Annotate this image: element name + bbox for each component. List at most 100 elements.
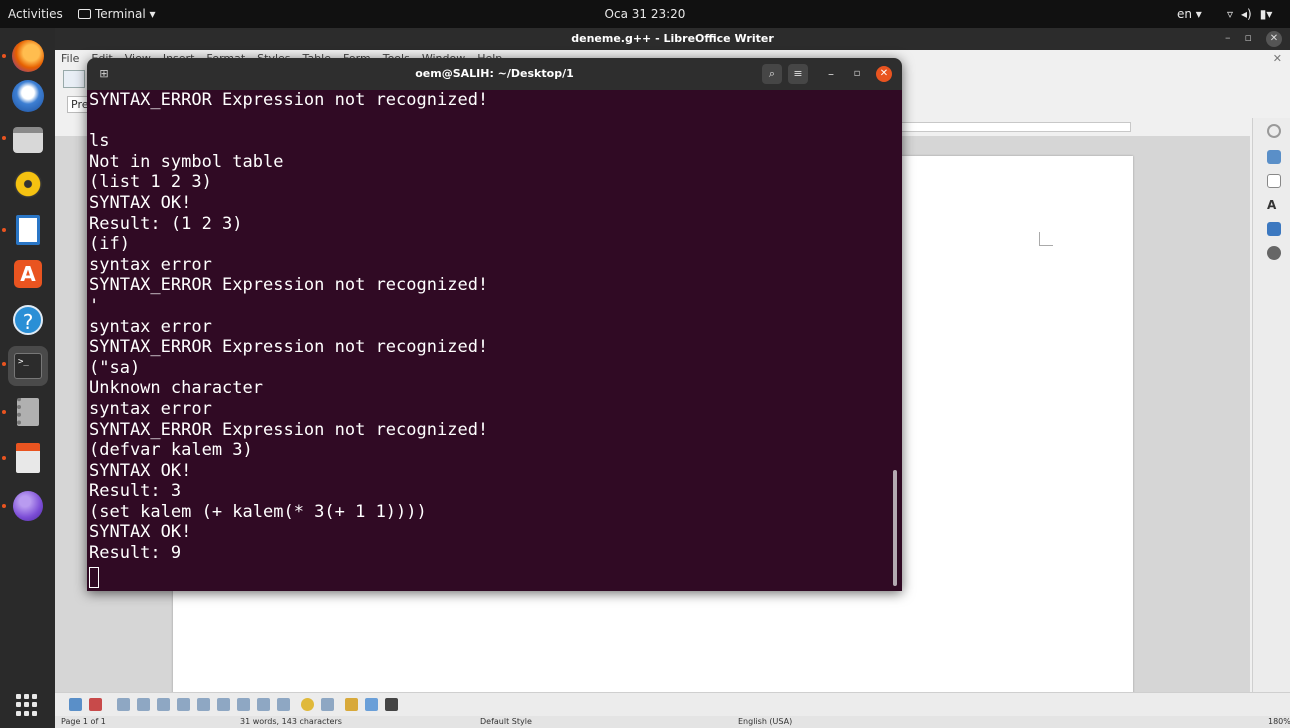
status-word-count[interactable]: 31 words, 143 characters [240,717,342,726]
font-icon[interactable]: A [1267,198,1281,212]
dock-terminal[interactable]: >_ [8,346,48,386]
toolbar-icon[interactable] [137,698,150,711]
terminal-line: SYNTAX OK! [89,192,192,213]
system-status-menu[interactable]: ▿ ◂) ▮▾ [1227,0,1272,28]
terminal-line: SYNTAX OK! [89,522,192,543]
toolbar-icon[interactable] [157,698,170,711]
status-language[interactable]: English (USA) [738,717,792,726]
terminal-line: ("sa) [89,357,141,378]
styles-icon[interactable] [1267,174,1281,188]
keyboard-language[interactable]: en ▾ [1177,0,1202,28]
toolbar-icon[interactable] [385,698,398,711]
toolbar-icon[interactable] [89,698,102,711]
dock-libreoffice-writer[interactable] [8,210,48,250]
running-indicator [2,504,6,508]
dock-help[interactable]: ? [8,300,48,340]
hamburger-menu-icon[interactable]: ≡ [788,64,808,84]
toolbar-icon[interactable] [321,698,334,711]
running-indicator [2,136,6,140]
archive-icon [17,398,39,426]
toolbar-icon[interactable] [197,698,210,711]
terminal-cursor [89,567,99,588]
terminal-line: (defvar kalem 3) [89,440,253,461]
terminal-line: Result: (1 2 3) [89,213,243,234]
lock-icon[interactable] [345,698,358,711]
toolbar-icon[interactable] [117,698,130,711]
volume-icon: ◂) [1241,7,1252,21]
dock-software[interactable]: A [8,254,48,294]
maximize-icon[interactable]: ▫ [849,66,865,82]
dock-firefox[interactable] [8,36,48,76]
toolbar-icon[interactable] [217,698,230,711]
terminal-line: ls [89,131,110,152]
toolbar-icon[interactable] [237,698,250,711]
terminal-line: syntax error [89,316,212,337]
running-indicator [2,228,6,232]
terminal-line: SYNTAX_ERROR Expression not recognized! [89,337,489,358]
status-zoom[interactable]: 180% [1268,717,1290,726]
writer-icon [16,215,40,245]
terminal-line: SYNTAX_ERROR Expression not recognized! [89,419,489,440]
document-viewer-icon [16,443,40,473]
writer-title: deneme.g++ - LibreOffice Writer [55,28,1290,50]
writer-bottom-toolbar [55,692,1290,716]
gallery-icon[interactable] [1267,222,1281,236]
minimize-icon[interactable]: – [823,66,839,82]
dock-rhythmbox[interactable] [8,164,48,204]
wifi-icon: ▿ [1227,7,1234,21]
status-page-style[interactable]: Default Style [480,717,532,726]
terminal-line: (if) [89,234,130,255]
terminal-line: SYNTAX_ERROR Expression not recognized! [89,90,489,110]
clock[interactable]: Oca 31 23:20 [0,0,1290,28]
show-applications-icon[interactable] [16,694,38,716]
terminal-lines: SYNTAX_ERROR Expression not recognized! … [89,90,488,564]
dock-document-viewer[interactable] [8,438,48,478]
toolbar-icon[interactable] [277,698,290,711]
properties-gear-icon[interactable] [1267,124,1281,138]
terminal-line: Result: 3 [89,481,182,502]
writer-sidebar: A [1252,118,1290,692]
terminal-line: Not in symbol table [89,151,284,172]
terminal-line: syntax error [89,398,212,419]
status-page[interactable]: Page 1 of 1 [61,717,106,726]
dock-archive[interactable] [8,392,48,432]
toolbar-icon[interactable] [69,698,82,711]
terminal-scrollbar[interactable] [893,470,897,586]
navigator-icon[interactable] [1267,246,1281,260]
close-icon[interactable]: ✕ [1266,31,1282,47]
maximize-icon[interactable]: ▫ [1245,31,1252,47]
writer-statusbar: Page 1 of 1 31 words, 143 characters Def… [55,716,1290,728]
close-icon[interactable]: ✕ [876,66,892,82]
minimize-icon[interactable]: – [1225,31,1231,47]
running-indicator [2,362,6,366]
folder-icon [13,127,43,153]
new-document-icon[interactable] [63,70,85,88]
search-icon[interactable]: ⌕ [762,64,782,84]
terminal-headerbar[interactable]: ⊞ oem@SALIH: ~/Desktop/1 ⌕ ≡ – ▫ ✕ [87,58,902,90]
running-indicator [2,54,6,58]
terminal-line: SYNTAX_ERROR Expression not recognized! [89,275,489,296]
top-bar: Activities Terminal ▾ Oca 31 23:20 en ▾ … [0,0,1290,28]
dock-thunderbird[interactable] [8,76,48,116]
terminal-output[interactable]: SYNTAX_ERROR Expression not recognized! … [87,90,902,591]
toolbar-icon[interactable] [301,698,314,711]
page-icon[interactable] [1267,150,1281,164]
software-bag-icon: A [14,260,42,288]
toolbar-icon[interactable] [257,698,270,711]
dock-browser[interactable] [8,486,48,526]
close-document-icon[interactable]: ✕ [1273,52,1282,65]
terminal-icon: >_ [14,353,42,379]
running-indicator [2,410,6,414]
toolbar-icon[interactable] [365,698,378,711]
battery-icon: ▮▾ [1259,7,1273,21]
horizontal-ruler[interactable] [901,122,1131,132]
terminal-window[interactable]: ⊞ oem@SALIH: ~/Desktop/1 ⌕ ≡ – ▫ ✕ SYNTA… [87,58,902,591]
menu-file[interactable]: File [61,52,79,65]
dock-files[interactable] [8,120,48,160]
thunderbird-icon [12,80,44,112]
terminal-line: (list 1 2 3) [89,172,212,193]
toolbar-icon[interactable] [177,698,190,711]
terminal-line: (set kalem (+ kalem(* 3(+ 1 1)))) [89,501,427,522]
speaker-icon [14,170,42,198]
